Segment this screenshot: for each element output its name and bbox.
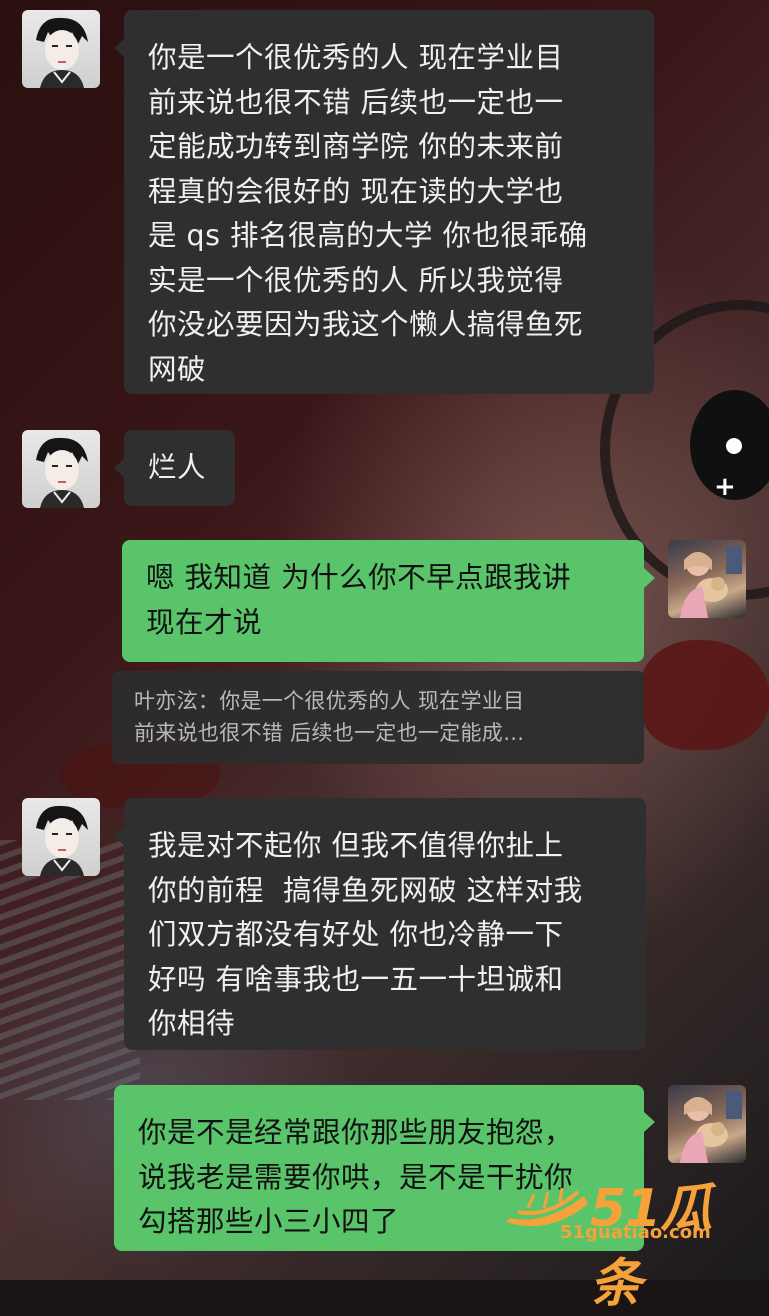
quoted-message[interactable]: 叶亦泫：你是一个很优秀的人 现在学业目 前来说也很不错 后续也一定也一定能成… [112,671,644,764]
melon-logo-icon [506,1187,588,1226]
site-watermark: 51瓜条 51guatiao.com [500,1160,760,1314]
anime-boy-avatar[interactable] [22,10,100,88]
girl-with-dog-avatar[interactable] [668,540,746,618]
quote-line: 叶亦泫：你是一个很优秀的人 现在学业目 [134,689,525,713]
message-bubble-incoming[interactable]: 烂人 [124,430,235,506]
quote-line: 前来说也很不错 后续也一定也一定能成… [134,721,525,745]
bubble-tail [644,1112,655,1132]
message-bubble-incoming[interactable]: 你是一个很优秀的人 现在学业目 前来说也很不错 后续也一定也一 定能成功转到商学… [124,10,654,394]
girl-with-dog-avatar[interactable] [668,1085,746,1163]
anime-boy-avatar[interactable] [22,430,100,508]
anime-boy-avatar[interactable] [22,798,100,876]
watermark-url: 51guatiao.com [560,1222,711,1243]
message-bubble-incoming[interactable]: 我是对不起你 但我不值得你扯上 你的前程 搞得鱼死网破 这样对我 们双方都没有好… [124,798,646,1050]
bubble-tail [644,568,655,588]
message-bubble-outgoing[interactable]: 嗯 我知道 为什么你不早点跟我讲 现在才说 [122,540,644,662]
background-red-splat [640,640,769,750]
background-eye-highlight [726,438,742,454]
background-cross-mark: + [714,472,736,502]
background-stripes [0,840,140,1100]
